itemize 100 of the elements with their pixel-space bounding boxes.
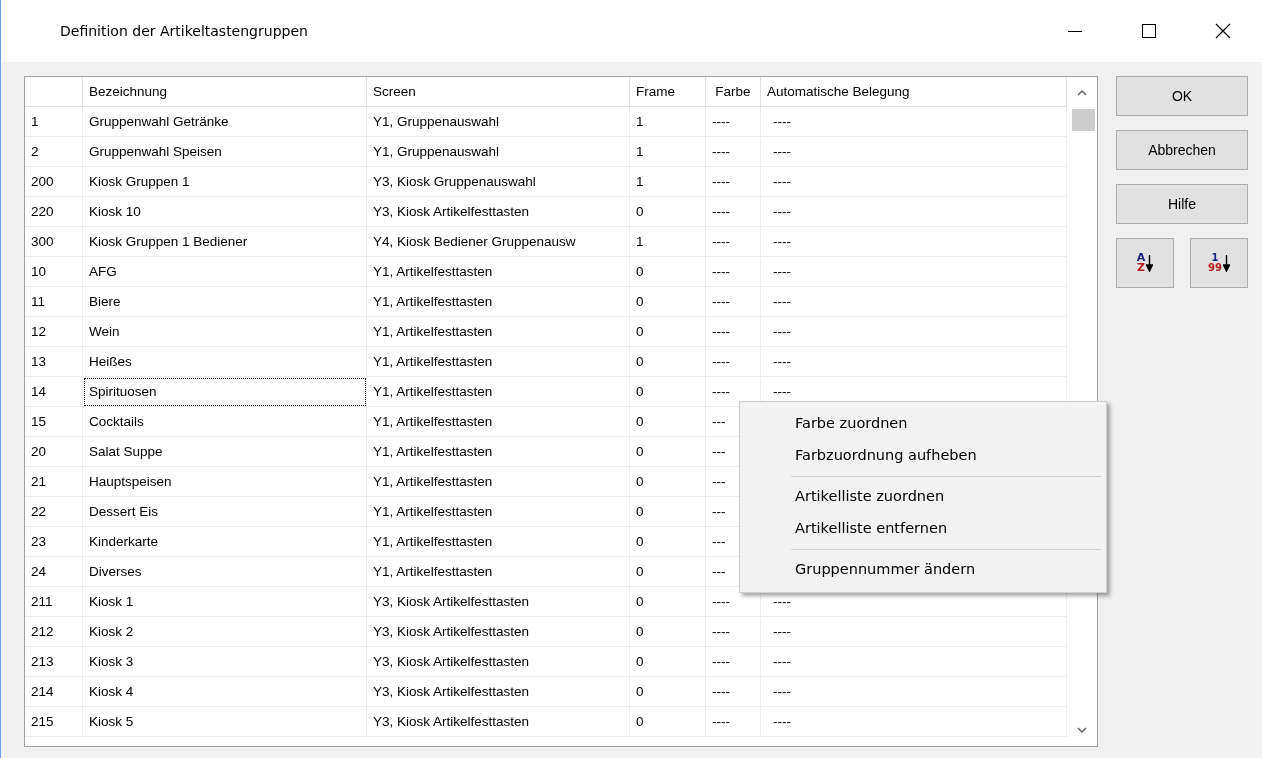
row-number: 211: [25, 587, 83, 617]
row-number: 23: [25, 527, 83, 557]
table-cell: 0: [630, 647, 706, 677]
table-cell: Gruppenwahl Getränke: [83, 107, 367, 137]
table-cell: ----: [706, 707, 761, 737]
row-number: 200: [25, 167, 83, 197]
row-number: 12: [25, 317, 83, 347]
row-number: 14: [25, 377, 83, 407]
dialog-button[interactable]: Abbrechen: [1116, 130, 1248, 170]
table-cell: Kiosk 3: [83, 647, 367, 677]
table-cell: ----: [761, 257, 1067, 287]
table-cell: 0: [630, 527, 706, 557]
column-header[interactable]: Farbe: [706, 77, 761, 107]
table-cell: 0: [630, 347, 706, 377]
table-cell: ----: [761, 197, 1067, 227]
row-number: 212: [25, 617, 83, 647]
table-cell: Kinderkarte: [83, 527, 367, 557]
table-cell: Y1, Artikelfesttasten: [367, 407, 630, 437]
table-cell: Y3, Kiosk Artikelfesttasten: [367, 707, 630, 737]
row-number: 1: [25, 107, 83, 137]
table-cell: ----: [761, 167, 1067, 197]
column-header[interactable]: Bezeichnung: [83, 77, 367, 107]
scroll-up-icon[interactable]: [1077, 89, 1087, 96]
header-cell: [25, 77, 83, 107]
table-cell: 0: [630, 197, 706, 227]
row-number: 22: [25, 497, 83, 527]
row-number: 10: [25, 257, 83, 287]
table-cell: ----: [761, 287, 1067, 317]
table-cell: ----: [706, 227, 761, 257]
row-number: 213: [25, 647, 83, 677]
table-cell: 0: [630, 317, 706, 347]
row-number: 15: [25, 407, 83, 437]
row-number: 2: [25, 137, 83, 167]
table-cell: 0: [630, 677, 706, 707]
row-number: 24: [25, 557, 83, 587]
table-cell: ----: [706, 617, 761, 647]
table-cell: Wein: [83, 317, 367, 347]
table-cell: 0: [630, 257, 706, 287]
table-cell: 1: [630, 137, 706, 167]
row-number: 13: [25, 347, 83, 377]
maximize-icon[interactable]: [1141, 23, 1157, 39]
table-cell: Y1, Artikelfesttasten: [367, 527, 630, 557]
table-cell: 0: [630, 617, 706, 647]
scroll-down-icon[interactable]: [1077, 727, 1087, 734]
table-cell: Cocktails: [83, 407, 367, 437]
table-cell: 0: [630, 707, 706, 737]
sort-button[interactable]: 1 99: [1190, 238, 1248, 288]
table-cell: Y3, Kiosk Artikelfesttasten: [367, 617, 630, 647]
down-arrow-icon: [1146, 254, 1154, 272]
table-cell: Y1, Artikelfesttasten: [367, 437, 630, 467]
dialog-button[interactable]: OK: [1116, 76, 1248, 116]
table-cell: 0: [630, 377, 706, 407]
table-cell: 1: [630, 167, 706, 197]
table-cell: Kiosk Gruppen 1 Bediener: [83, 227, 367, 257]
table-cell: ----: [706, 347, 761, 377]
table-cell: Kiosk 2: [83, 617, 367, 647]
table-cell: Dessert Eis: [83, 497, 367, 527]
table-cell: ----: [706, 137, 761, 167]
table-cell: ----: [761, 677, 1067, 707]
row-number: 215: [25, 707, 83, 737]
table-cell: AFG: [83, 257, 367, 287]
table-cell: ----: [761, 137, 1067, 167]
table-cell: Kiosk 5: [83, 707, 367, 737]
window-title: Definition der Artikeltastengruppen: [60, 23, 308, 39]
dialog-button[interactable]: Hilfe: [1116, 184, 1248, 224]
scroll-thumb[interactable]: [1072, 109, 1095, 131]
table-cell: Diverses: [83, 557, 367, 587]
table-cell: ----: [761, 617, 1067, 647]
table-cell: ----: [761, 707, 1067, 737]
table-cell: 0: [630, 497, 706, 527]
table-cell: 0: [630, 467, 706, 497]
table-cell: 0: [630, 557, 706, 587]
table-cell: Y1, Artikelfesttasten: [367, 467, 630, 497]
column-header[interactable]: Frame: [630, 77, 706, 107]
column-header[interactable]: Screen: [367, 77, 630, 107]
table-cell: Y1, Artikelfesttasten: [367, 287, 630, 317]
row-number: 300: [25, 227, 83, 257]
sort-button[interactable]: A Z: [1116, 238, 1174, 288]
table-cell: ----: [706, 257, 761, 287]
close-icon[interactable]: [1215, 23, 1231, 39]
table-cell: Y3, Kiosk Artikelfesttasten: [367, 677, 630, 707]
table-cell: ----: [761, 647, 1067, 677]
table-cell: Y1, Gruppenauswahl: [367, 107, 630, 137]
table-cell: Biere: [83, 287, 367, 317]
table-cell: Kiosk 4: [83, 677, 367, 707]
column-header[interactable]: Automatische Belegung: [761, 77, 1067, 107]
table-cell: ----: [706, 317, 761, 347]
table-cell: Y1, Artikelfesttasten: [367, 317, 630, 347]
table-cell: Y1, Artikelfesttasten: [367, 497, 630, 527]
table-cell: ----: [706, 677, 761, 707]
table-cell: Y3, Kiosk Artikelfesttasten: [367, 197, 630, 227]
row-number: 21: [25, 467, 83, 497]
table-cell: ----: [706, 287, 761, 317]
table-cell: ----: [706, 197, 761, 227]
table-cell: 1: [630, 227, 706, 257]
table-cell: ----: [761, 107, 1067, 137]
table-cell: ----: [761, 317, 1067, 347]
table-cell: Y3, Kiosk Artikelfesttasten: [367, 647, 630, 677]
table-cell: Y3, Kiosk Gruppenauswahl: [367, 167, 630, 197]
table-cell: Y1, Artikelfesttasten: [367, 377, 630, 407]
